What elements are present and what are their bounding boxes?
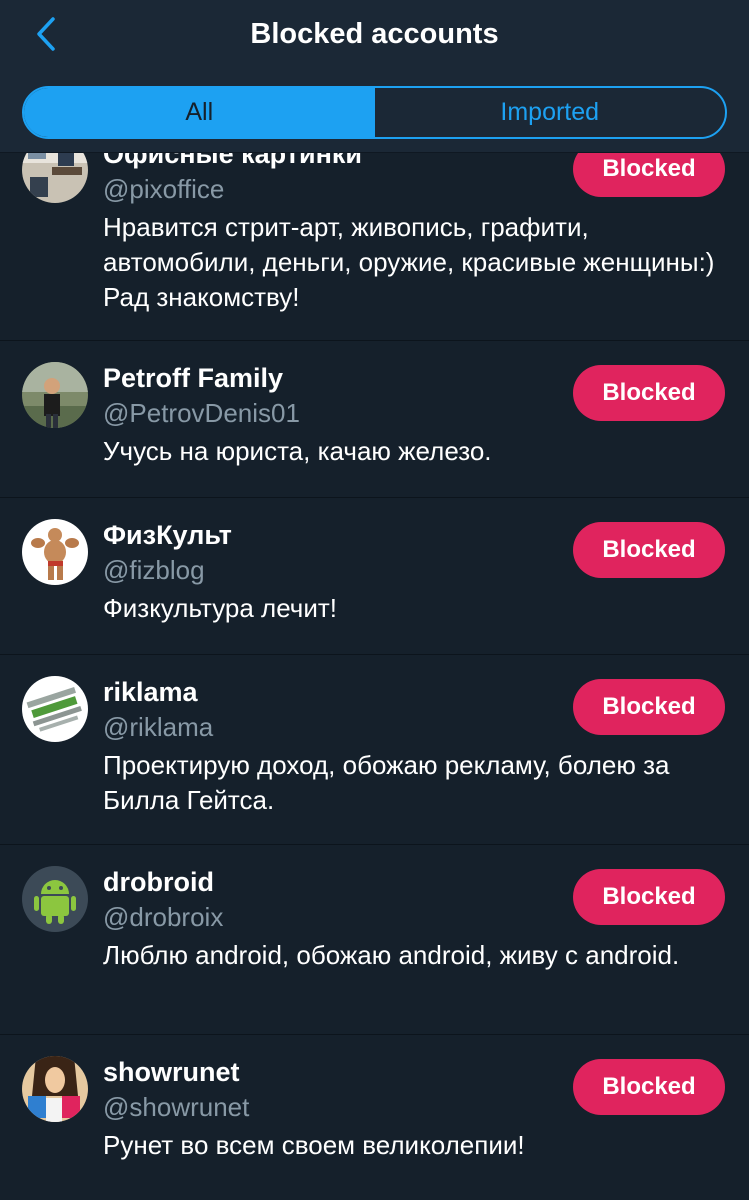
account-name: ФизКульт (103, 520, 232, 550)
navigation-header: Blocked accounts All Imported (0, 0, 749, 153)
man-outdoors-avatar[interactable] (22, 362, 88, 428)
text-collage-avatar[interactable] (22, 676, 88, 742)
blocked-button[interactable]: Blocked (573, 1059, 725, 1115)
tab-all[interactable]: All (24, 88, 375, 137)
bodybuilder-avatar[interactable] (22, 519, 88, 585)
account-name: Petroff Family (103, 363, 284, 393)
account-bio: Люблю android, обожаю android, живу с an… (103, 940, 680, 970)
filter-segmented-control: All Imported (22, 86, 727, 139)
account-handle: @showrunet (103, 1092, 250, 1122)
blocked-button[interactable]: Blocked (573, 365, 725, 421)
account-bio: Учусь на юриста, качаю железо. (103, 436, 492, 466)
blocked-button[interactable]: Blocked (573, 679, 725, 735)
woman-shopping-avatar[interactable] (22, 1056, 88, 1122)
blocked-button[interactable]: Blocked (573, 869, 725, 925)
account-name: drobroid (103, 867, 214, 897)
account-row[interactable]: riklama @riklama Проектирую доход, обожа… (0, 654, 749, 845)
account-bio: Физкультура лечит! (103, 593, 338, 623)
account-bio: Нравится стрит-арт, живопись, графити, а… (103, 212, 715, 312)
account-name: showrunet (103, 1057, 240, 1087)
account-handle: @pixoffice (103, 174, 225, 204)
android-robot-avatar[interactable] (22, 866, 88, 932)
account-bio: Проектирую доход, обожаю рекламу, болею … (103, 750, 670, 815)
account-row[interactable]: ФизКульт @fizblog Физкультура лечит! Blo… (0, 497, 749, 655)
account-handle: @fizblog (103, 555, 205, 585)
blocked-button[interactable]: Blocked (573, 522, 725, 578)
tab-imported[interactable]: Imported (375, 88, 726, 137)
account-name: riklama (103, 677, 198, 707)
account-handle: @PetrovDenis01 (103, 398, 300, 428)
account-bio: Рунет во всем своем великолепии! (103, 1130, 525, 1160)
account-row[interactable]: Petroff Family @PetrovDenis01 Учусь на ю… (0, 340, 749, 498)
account-row[interactable]: drobroid @drobroix Люблю android, обожаю… (0, 844, 749, 1035)
page-title: Blocked accounts (250, 18, 499, 50)
account-row[interactable]: showrunet @showrunet Рунет во всем своем… (0, 1034, 749, 1200)
account-handle: @riklama (103, 712, 214, 742)
account-handle: @drobroix (103, 902, 224, 932)
